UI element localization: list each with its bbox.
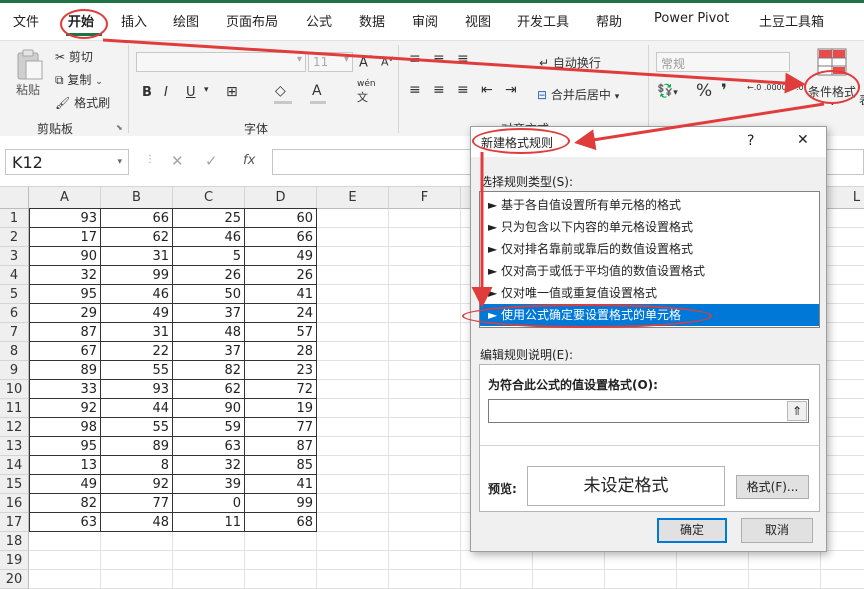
arrow-to-dialog-title [574,102,825,151]
excel-window: 文件 开始 插入 绘图 页面布局 公式 数据 审阅 视图 开发工具 帮助 Pow… [0,0,864,589]
arrow-home-to-conditional-format [102,38,806,94]
annotation-arrows [102,38,825,308]
